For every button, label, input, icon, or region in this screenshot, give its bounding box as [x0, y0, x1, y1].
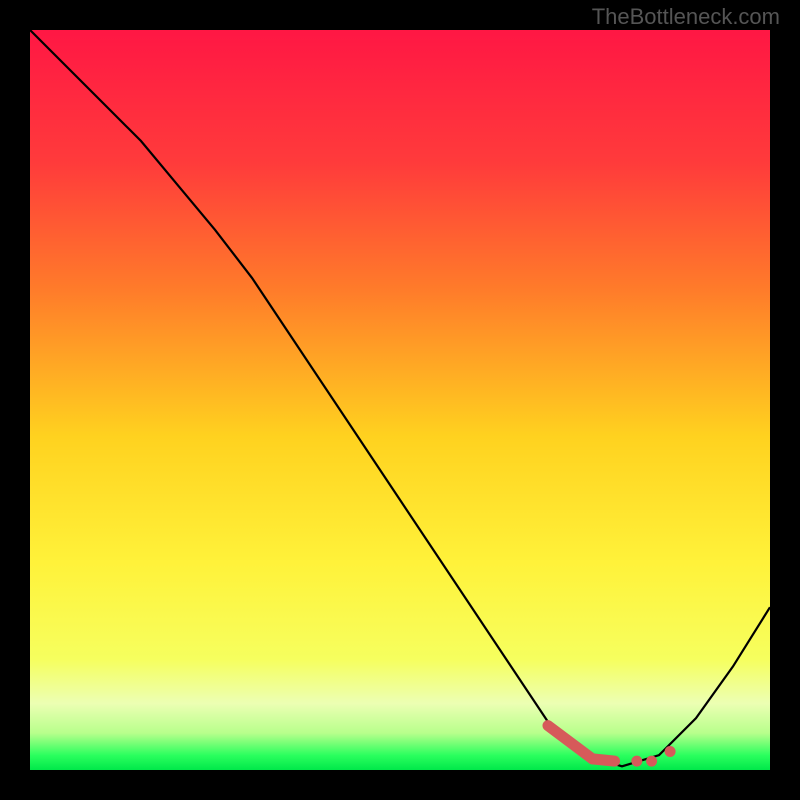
accent-dot: [631, 756, 642, 767]
accent-dot: [646, 756, 657, 767]
chart-plot: [30, 30, 770, 770]
accent-dot: [665, 746, 676, 757]
chart-container: TheBottleneck.com: [0, 0, 800, 800]
accent-segment: [592, 759, 614, 761]
watermark-text: TheBottleneck.com: [592, 4, 780, 30]
